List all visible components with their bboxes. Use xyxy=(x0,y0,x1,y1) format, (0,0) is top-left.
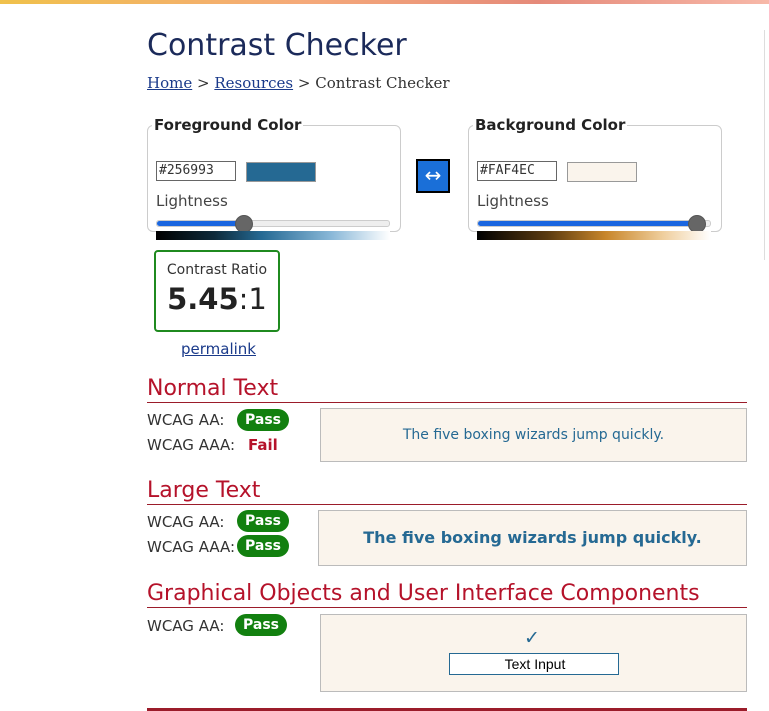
graphical-aa-badge: Pass xyxy=(235,614,287,636)
contrast-ratio-box: Contrast Ratio 5.45:1 xyxy=(154,250,280,332)
large-aa-label: WCAG AA: xyxy=(147,513,225,531)
large-text-heading: Large Text xyxy=(147,478,747,505)
background-lightness-slider[interactable] xyxy=(477,215,711,233)
background-color-picker[interactable] xyxy=(567,162,637,182)
normal-text-sample: The five boxing wizards jump quickly. xyxy=(320,408,747,462)
breadcrumb-home-link[interactable]: Home xyxy=(147,74,192,92)
background-slider-fill xyxy=(478,221,697,226)
foreground-lightness-label: Lightness xyxy=(156,192,228,210)
large-text-sample: The five boxing wizards jump quickly. xyxy=(318,510,747,566)
foreground-lightness-slider[interactable] xyxy=(156,215,390,233)
normal-aa-label: WCAG AA: xyxy=(147,411,225,429)
large-aaa-label: WCAG AAA: xyxy=(147,538,236,556)
top-accent-bar xyxy=(0,0,769,4)
swap-colors-button[interactable]: ↔ xyxy=(416,159,450,193)
ratio-number: 5.45 xyxy=(167,282,239,316)
graphical-sample: ✓ Text Input xyxy=(320,614,747,692)
background-lightness-label: Lightness xyxy=(477,192,549,210)
page-title: Contrast Checker xyxy=(147,28,407,63)
normal-aaa-badge: Fail xyxy=(248,436,278,454)
breadcrumb-separator: > xyxy=(197,74,210,92)
normal-aaa-label: WCAG AAA: xyxy=(147,436,236,454)
large-aa-badge: Pass xyxy=(237,510,289,532)
normal-text-heading: Normal Text xyxy=(147,376,747,403)
background-legend: Background Color xyxy=(475,116,626,134)
foreground-slider-fill xyxy=(157,221,243,226)
normal-aa-badge: Pass xyxy=(237,409,289,431)
foreground-hex-input[interactable]: #256993 xyxy=(156,161,236,181)
background-color-group: Background Color #FAF4EC Lightness xyxy=(468,116,722,240)
foreground-color-picker[interactable] xyxy=(246,162,316,182)
background-lightness-gradient xyxy=(477,231,711,240)
breadcrumb-current: Contrast Checker xyxy=(315,74,450,92)
contrast-ratio-label: Contrast Ratio xyxy=(166,262,268,278)
foreground-color-group: Foreground Color #256993 Lightness xyxy=(147,116,401,240)
scroll-edge xyxy=(764,30,765,260)
background-hex-input[interactable]: #FAF4EC xyxy=(477,161,557,181)
checkmark-icon: ✓ xyxy=(524,627,540,649)
sample-text-input[interactable]: Text Input xyxy=(449,653,619,675)
breadcrumb-resources-link[interactable]: Resources xyxy=(214,74,293,92)
foreground-legend: Foreground Color xyxy=(154,116,302,134)
ratio-suffix: :1 xyxy=(238,282,267,316)
permalink-link[interactable]: permalink xyxy=(181,340,256,358)
graphical-objects-heading: Graphical Objects and User Interface Com… xyxy=(147,581,747,608)
contrast-ratio-value: 5.45:1 xyxy=(156,282,278,316)
large-aaa-badge: Pass xyxy=(237,535,289,557)
foreground-lightness-gradient xyxy=(156,231,390,240)
breadcrumb-separator: > xyxy=(297,74,311,92)
breadcrumb: Home > Resources > Contrast Checker xyxy=(147,74,450,92)
graphical-aa-label: WCAG AA: xyxy=(147,617,225,635)
